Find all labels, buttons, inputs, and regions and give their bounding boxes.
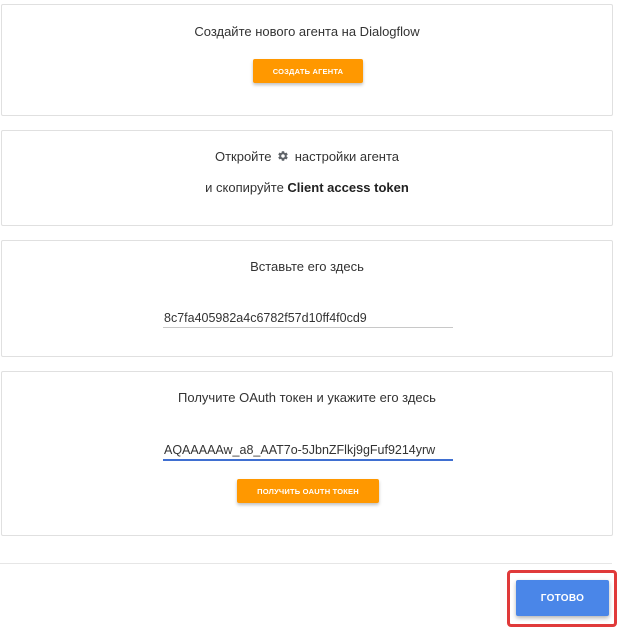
paste-token-text: Вставьте его здесь bbox=[250, 259, 364, 274]
copy-text: и скопируйте bbox=[205, 180, 284, 195]
paste-token-card: Вставьте его здесь bbox=[1, 240, 613, 357]
client-access-token-label: Client access token bbox=[287, 180, 409, 195]
get-oauth-token-button[interactable]: ПОЛУЧИТЬ OAUTH ТОКЕН bbox=[237, 479, 379, 503]
create-agent-text: Создайте нового агента на Dialogflow bbox=[194, 24, 420, 39]
open-settings-card: Откройте настройки агента и скопируйте C… bbox=[1, 130, 613, 226]
open-text: Откройте bbox=[214, 149, 272, 164]
gear-icon bbox=[278, 151, 288, 161]
oauth-instruction-text: Получите OAuth токен и укажите его здесь bbox=[178, 390, 436, 405]
settings-text: настройки агента bbox=[294, 149, 400, 164]
oauth-card: Получите OAuth токен и укажите его здесь… bbox=[1, 371, 613, 536]
create-agent-button[interactable]: СОЗДАТЬ АГЕНТА bbox=[253, 59, 363, 83]
oauth-token-input[interactable] bbox=[163, 441, 453, 461]
open-settings-line: Откройте настройки агента bbox=[2, 149, 612, 165]
create-agent-card: Создайте нового агента на Dialogflow СОЗ… bbox=[1, 4, 613, 116]
footer-divider bbox=[0, 563, 612, 564]
done-button[interactable]: ГОТОВО bbox=[516, 580, 609, 616]
copy-token-line: и скопируйте Client access token bbox=[2, 180, 612, 196]
client-token-input[interactable] bbox=[163, 308, 453, 328]
